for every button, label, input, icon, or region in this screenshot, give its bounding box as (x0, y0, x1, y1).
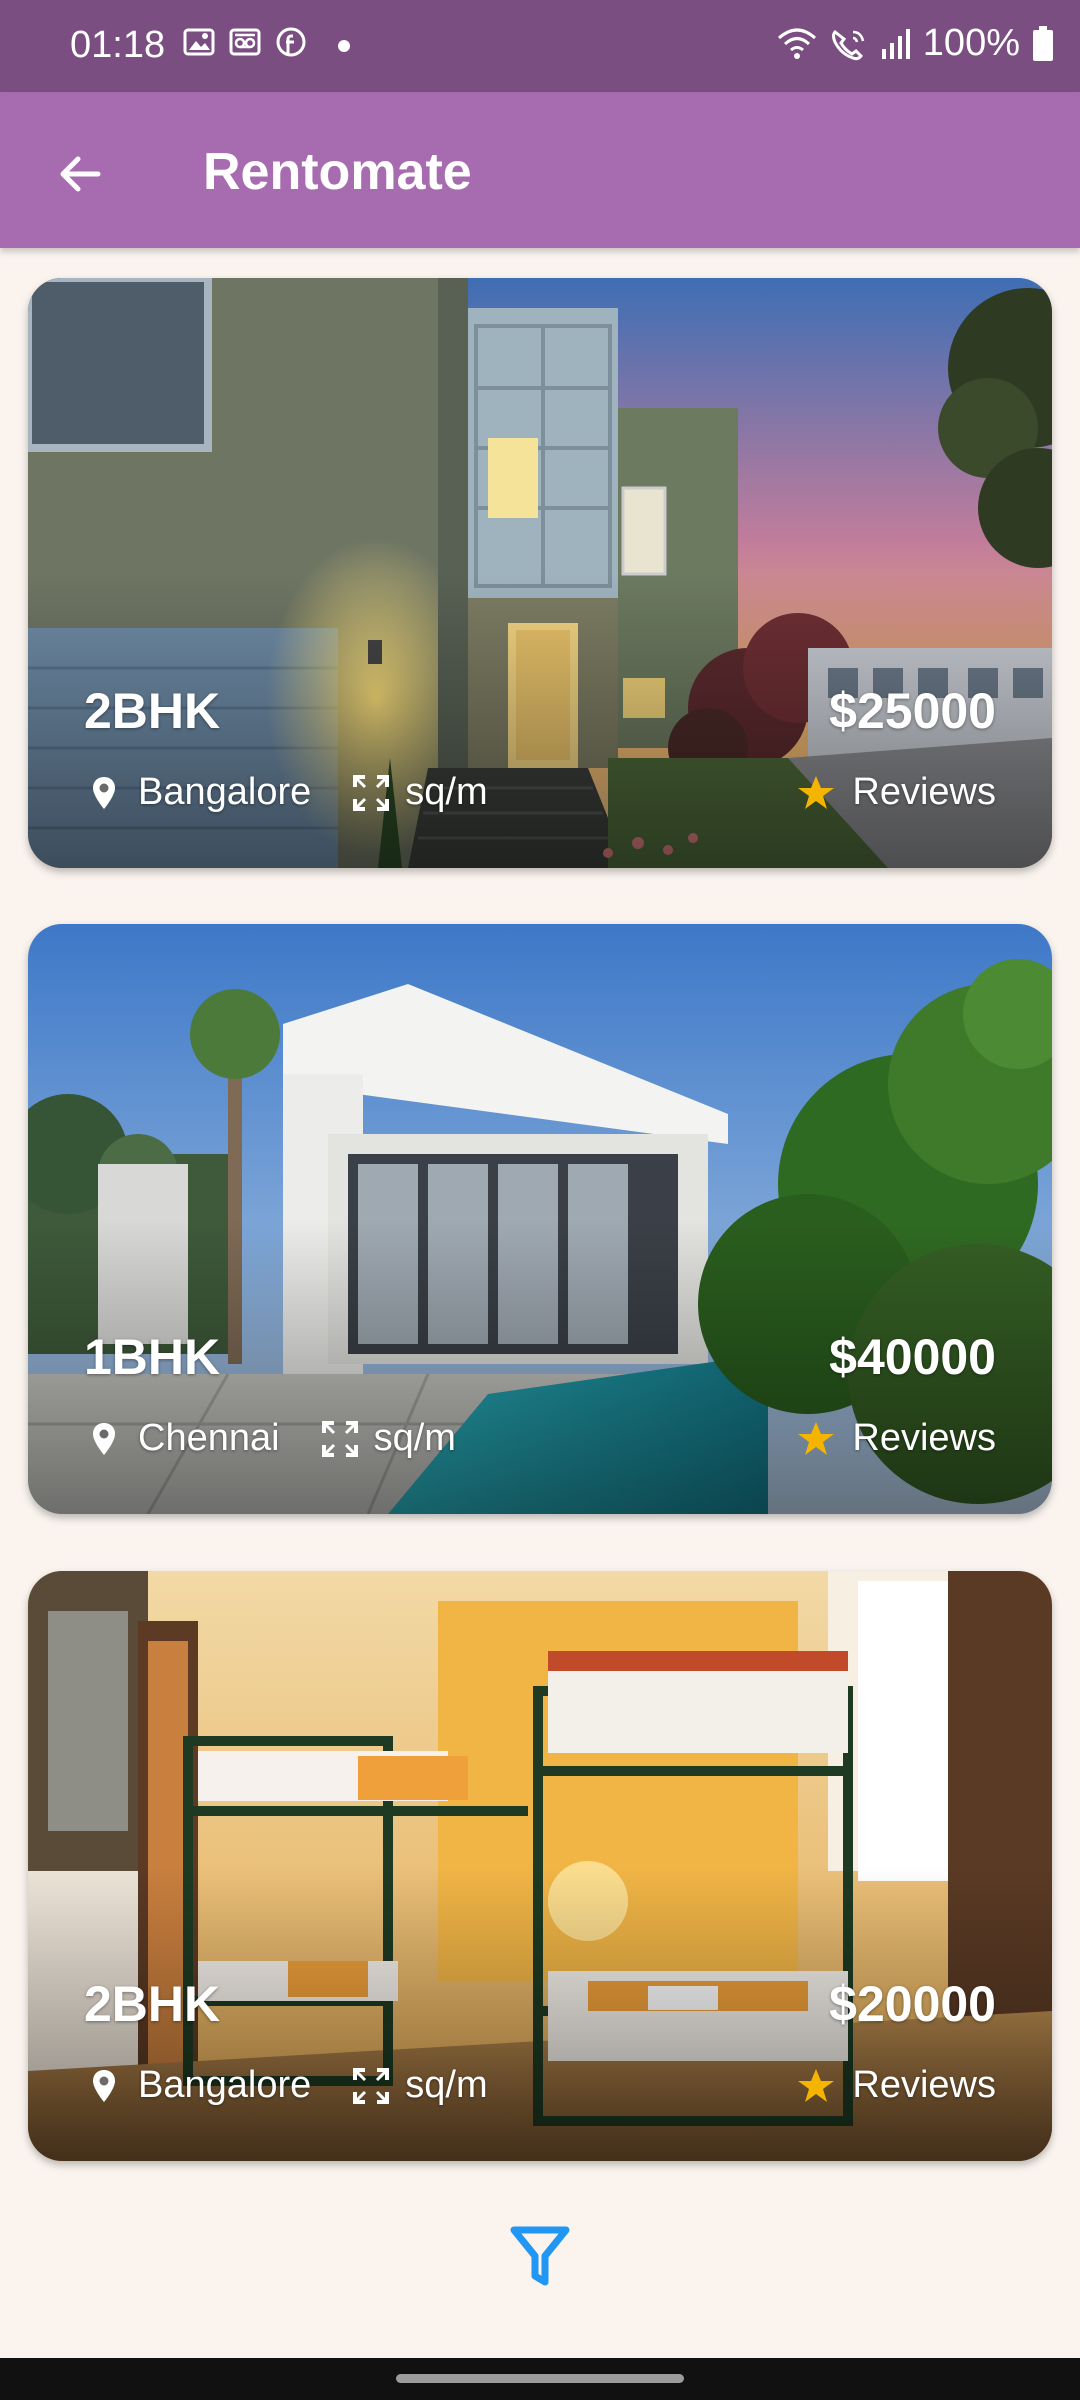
listing-card[interactable]: 2BHK $25000 Bangalore sq/m Reviews (28, 278, 1052, 868)
wifi-icon (777, 28, 816, 59)
app-bar: Rentomate (0, 92, 1080, 248)
listing-location: Chennai (138, 1417, 280, 1459)
listing-reviews[interactable]: Reviews (852, 1417, 996, 1460)
area-expand-icon (353, 2067, 390, 2104)
listing-type: 1BHK (84, 1329, 221, 1385)
system-icons: 100% (777, 22, 1054, 65)
listing-reviews[interactable]: Reviews (852, 2064, 996, 2107)
listing-type: 2BHK (84, 683, 221, 739)
location-pin-icon (93, 776, 115, 809)
facebook-icon (276, 27, 306, 57)
system-nav-bar (0, 2358, 1080, 2400)
filter-icon (510, 2226, 570, 2286)
listing-location: Bangalore (138, 2064, 312, 2106)
signal-icon (881, 28, 910, 59)
star-icon (798, 2068, 835, 2102)
listing-reviews[interactable]: Reviews (852, 771, 996, 814)
voicemail-icon (229, 28, 261, 56)
location-pin-icon (93, 1422, 115, 1455)
listing-card[interactable]: 1BHK $40000 Chennai sq/m Reviews (28, 924, 1052, 1514)
area-expand-icon (321, 1420, 358, 1457)
battery-icon (1033, 25, 1053, 61)
area-expand-icon (353, 774, 390, 811)
listing-location: Bangalore (138, 771, 312, 813)
back-button[interactable] (44, 138, 116, 210)
listing-area: sq/m (405, 2064, 488, 2106)
star-icon (798, 1421, 835, 1455)
notification-icons (183, 26, 307, 58)
wifi-calling-icon (831, 29, 865, 60)
battery-percentage: 100% (922, 22, 1020, 64)
listing-price: $20000 (829, 1976, 996, 2032)
listing-type: 2BHK (84, 1976, 221, 2032)
listing-price: $40000 (829, 1329, 996, 1385)
star-icon (798, 775, 835, 809)
arrow-back-icon (60, 156, 101, 192)
filter-button[interactable] (508, 2222, 572, 2290)
listing-card[interactable]: 2BHK $20000 Bangalore sq/m Reviews (28, 1571, 1052, 2161)
app-title: Rentomate (203, 143, 472, 201)
status-time: 01:18 (70, 24, 166, 66)
status-bar: 01:18 100% (0, 0, 1080, 92)
listing-price: $25000 (829, 683, 996, 739)
listing-area: sq/m (373, 1417, 456, 1459)
location-pin-icon (93, 2069, 115, 2102)
dot-icon (338, 40, 350, 52)
image-icon (183, 28, 215, 56)
home-gesture-handle[interactable] (396, 2374, 684, 2383)
listing-area: sq/m (405, 771, 488, 813)
